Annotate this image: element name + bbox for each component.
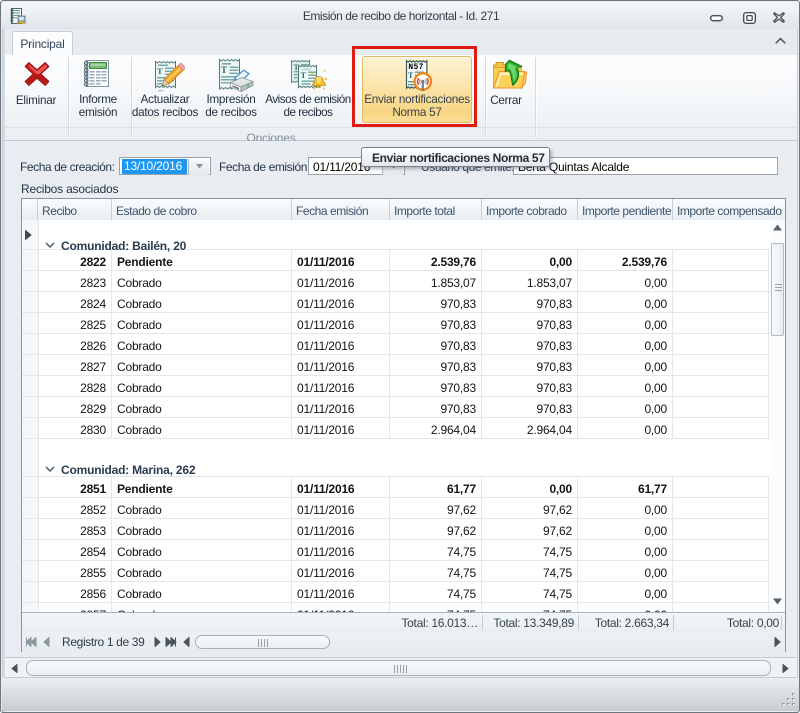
svg-text:T: T	[301, 70, 307, 80]
svg-text:T: T	[221, 65, 227, 75]
svg-text:T: T	[157, 66, 163, 76]
